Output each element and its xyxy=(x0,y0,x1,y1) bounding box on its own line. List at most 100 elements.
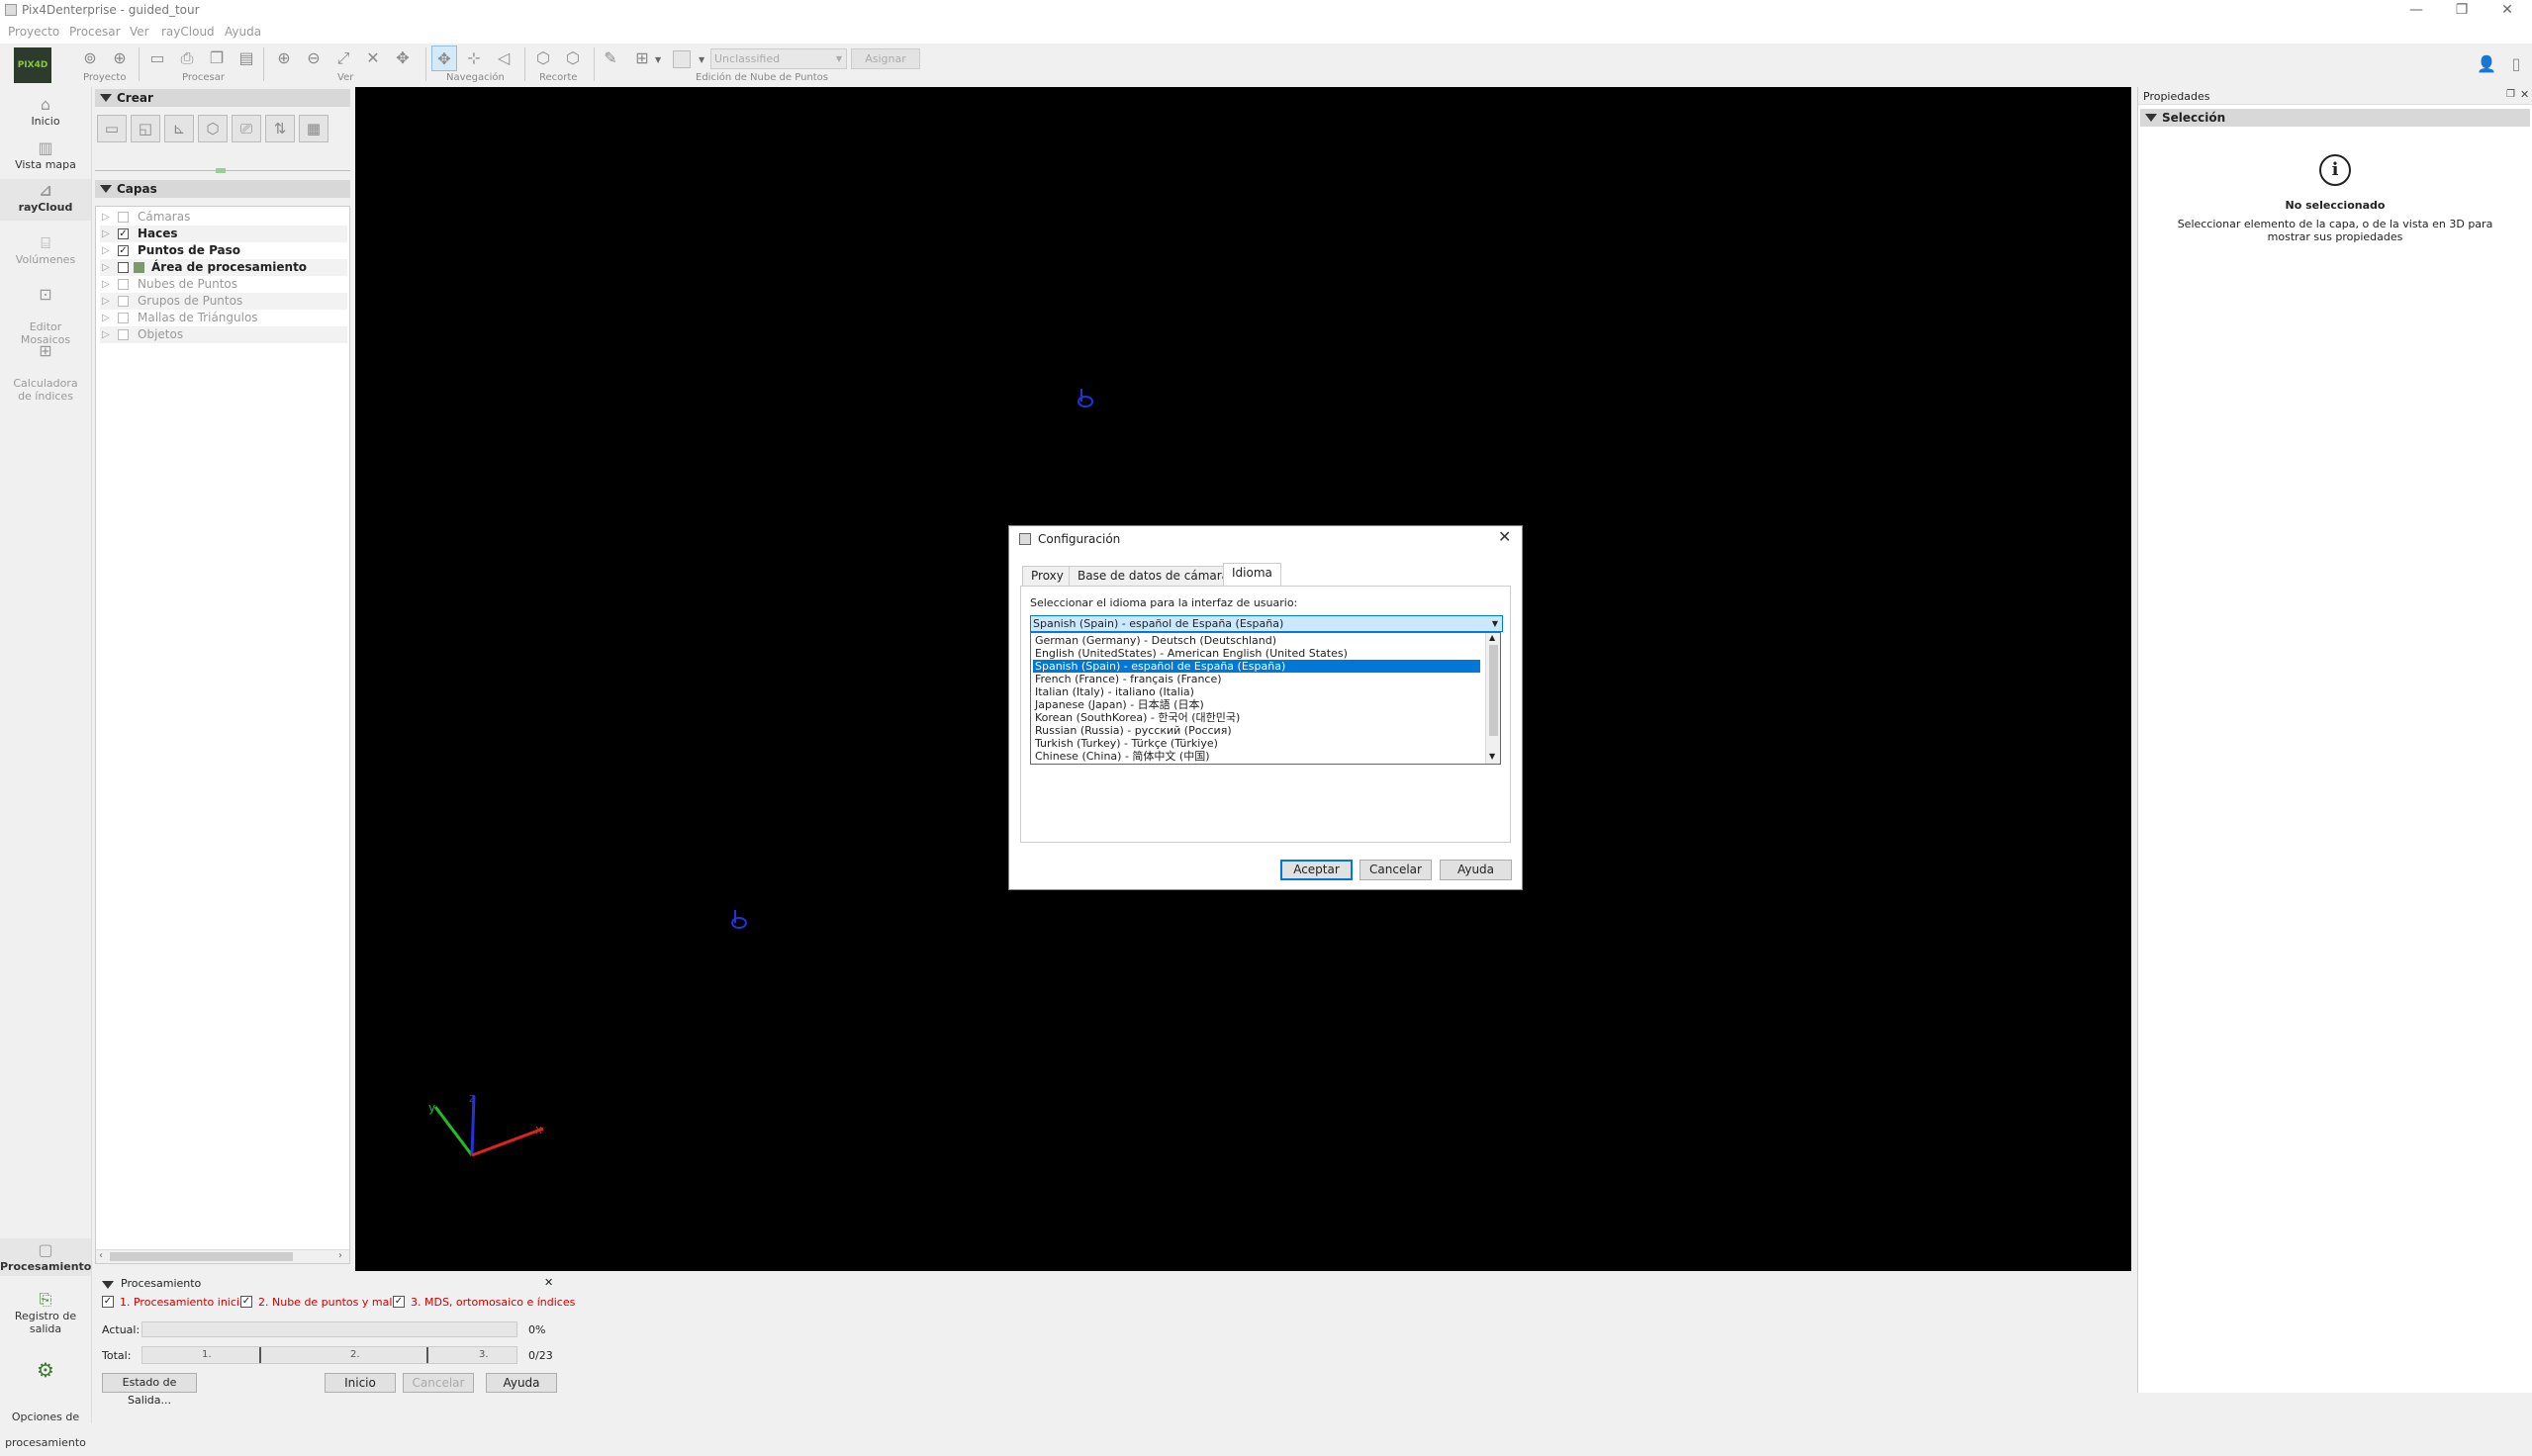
menu-ver[interactable]: Ver xyxy=(130,25,149,39)
step2-checkbox[interactable]: ✓ xyxy=(240,1296,252,1308)
layer-checkbox[interactable] xyxy=(118,212,129,223)
chevron-right-icon[interactable]: ▷ xyxy=(102,259,110,276)
menu-proyecto[interactable]: Proyecto xyxy=(8,25,59,39)
step3-checkbox[interactable]: ✓ xyxy=(393,1296,405,1308)
language-option[interactable]: English (UnitedStates) - American Englis… xyxy=(1033,647,1480,660)
layer-camaras[interactable]: ▷ Cámaras xyxy=(100,209,347,226)
language-option[interactable]: German (Germany) - Deutsch (Deutschland) xyxy=(1033,634,1480,647)
language-option[interactable]: Italian (Italy) - italiano (Italia) xyxy=(1033,685,1480,698)
chevron-right-icon[interactable]: ▷ xyxy=(102,310,110,326)
splitter-handle[interactable] xyxy=(216,168,226,173)
cancelar-button[interactable]: Cancelar xyxy=(403,1373,474,1393)
open-project-icon[interactable]: ⊕ xyxy=(107,46,133,71)
layer-checkbox[interactable] xyxy=(118,296,129,307)
tab-camaras[interactable]: Base de datos de cámaras xyxy=(1069,566,1245,586)
horizontal-scrollbar[interactable]: ‹ › xyxy=(96,1249,349,1263)
chevron-right-icon[interactable]: ▷ xyxy=(102,209,110,226)
scroll-thumb[interactable] xyxy=(110,1252,293,1261)
nav-opciones[interactable]: ⚙ Opciones de procesamiento xyxy=(0,1331,91,1456)
create-video-icon[interactable]: ⎚ xyxy=(232,115,261,142)
nav-registro[interactable]: ⎘ Registro de salida xyxy=(0,1290,91,1335)
close-icon[interactable]: ✕ xyxy=(2520,88,2529,101)
copy-icon[interactable]: ❐ xyxy=(204,46,230,71)
scroll-up-icon[interactable]: ▲ xyxy=(1489,633,1495,642)
nav-volumenes[interactable]: ⌸ Volúmenes xyxy=(0,233,91,266)
scroll-right-icon[interactable]: › xyxy=(338,1250,342,1261)
zoom-extent-icon[interactable]: ⤢ xyxy=(330,46,356,71)
trackball-navigation-icon[interactable]: ✥ xyxy=(431,46,457,71)
vertical-scrollbar[interactable]: ▲ ▼ xyxy=(1485,633,1500,764)
nav-procesamiento[interactable]: ▢ Procesamiento xyxy=(0,1238,91,1276)
layer-checkbox[interactable] xyxy=(118,279,129,290)
accept-button[interactable]: Aceptar xyxy=(1280,860,1353,880)
fly-navigation-icon[interactable]: ◁ xyxy=(491,46,516,71)
inicio-button[interactable]: Inicio xyxy=(325,1373,396,1393)
layer-checkbox[interactable] xyxy=(118,329,129,340)
create-grid-icon[interactable]: ▦ xyxy=(299,115,328,142)
language-option[interactable]: Spanish (Spain) - español de España (Esp… xyxy=(1033,660,1480,673)
nav-raycloud[interactable]: ⊿ rayCloud xyxy=(0,179,91,221)
tab-idioma[interactable]: Idioma xyxy=(1223,563,1281,586)
language-option[interactable]: Chinese (China) - 简体中文 (中国) xyxy=(1033,750,1480,763)
collapse-icon[interactable] xyxy=(102,1281,114,1289)
crear-header[interactable]: Crear xyxy=(95,89,350,107)
close-icon[interactable]: ✕ xyxy=(544,1276,553,1289)
assign-button[interactable]: Asignar xyxy=(851,48,920,69)
layer-checkbox[interactable] xyxy=(118,262,129,273)
zoom-out-icon[interactable]: ⊖ xyxy=(301,46,327,71)
layer-mallas[interactable]: ▷ Mallas de Triángulos xyxy=(100,310,347,326)
minimize-button[interactable]: — xyxy=(2393,0,2439,22)
chevron-down-icon[interactable]: ▼ xyxy=(655,55,661,64)
panel-toggle-icon[interactable]: ▯ xyxy=(2503,51,2529,77)
report-icon[interactable]: ▤ xyxy=(234,46,259,71)
create-polyline-icon[interactable]: ⊾ xyxy=(164,115,194,142)
ayuda-button[interactable]: Ayuda xyxy=(486,1373,557,1393)
layer-objetos[interactable]: ▷ Objetos xyxy=(100,326,347,343)
scroll-left-icon[interactable]: ‹ xyxy=(99,1250,103,1261)
nav-calculadora[interactable]: ⊞ Calculadora de índices xyxy=(0,331,91,404)
language-option[interactable]: Turkish (Turkey) - Türkçe (Türkiye) xyxy=(1033,737,1480,750)
new-project-icon[interactable]: ⊚ xyxy=(77,46,103,71)
cancel-button[interactable]: Cancelar xyxy=(1360,860,1432,880)
user-icon[interactable]: 👤 xyxy=(2474,51,2499,77)
layer-checkbox[interactable] xyxy=(118,313,129,323)
capas-header[interactable]: Capas xyxy=(95,180,350,198)
nav-vista-mapa[interactable]: ▥ Vista mapa xyxy=(0,138,91,171)
menu-ayuda[interactable]: Ayuda xyxy=(225,25,261,39)
chevron-right-icon[interactable]: ▷ xyxy=(102,326,110,343)
close-icon[interactable]: ✕ xyxy=(1498,527,1511,546)
menu-procesar[interactable]: Procesar xyxy=(69,25,121,39)
class-select[interactable]: Unclassified ▼ xyxy=(710,48,847,69)
chevron-right-icon[interactable]: ▷ xyxy=(102,226,110,242)
language-option[interactable]: Korean (SouthKorea) - 한국어 (대한민국) xyxy=(1033,711,1480,724)
language-option[interactable]: Japanese (Japan) - 日本語 (日本) xyxy=(1033,698,1480,711)
top-view-icon[interactable]: ✥ xyxy=(390,46,416,71)
first-person-navigation-icon[interactable]: ⊹ xyxy=(461,46,487,71)
clip-box-icon[interactable]: ⬡ xyxy=(530,46,556,71)
step1-checkbox[interactable]: ✓ xyxy=(102,1296,114,1308)
zoom-in-icon[interactable]: ⊕ xyxy=(271,46,297,71)
chevron-down-icon[interactable]: ▼ xyxy=(699,55,704,64)
seleccion-header[interactable]: Selección xyxy=(2140,109,2530,127)
create-measure-icon[interactable]: ⇅ xyxy=(265,115,295,142)
print-icon[interactable]: ⎙ xyxy=(174,46,200,71)
clip-box-edit-icon[interactable]: ⬡ xyxy=(560,46,586,71)
layer-grupos-de-puntos[interactable]: ▷ Grupos de Puntos xyxy=(100,293,347,310)
edit-pencil-icon[interactable]: ✎ xyxy=(598,46,623,71)
float-icon[interactable]: ❐ xyxy=(2506,89,2515,100)
restore-button[interactable]: ❐ xyxy=(2439,0,2485,22)
estado-salida-button[interactable]: Estado de Salida... xyxy=(102,1373,197,1407)
chevron-right-icon[interactable]: ▷ xyxy=(102,276,110,293)
create-polygon-icon[interactable]: ◱ xyxy=(131,115,160,142)
layer-haces[interactable]: ▷ ✓ Haces xyxy=(100,226,347,242)
close-window-button[interactable]: ✕ xyxy=(2485,0,2530,22)
menu-raycloud[interactable]: rayCloud xyxy=(161,25,215,39)
layer-puntos-de-paso[interactable]: ▷ ✓ Puntos de Paso xyxy=(100,242,347,259)
chevron-right-icon[interactable]: ▷ xyxy=(102,242,110,259)
chevron-right-icon[interactable]: ▷ xyxy=(102,293,110,310)
scroll-down-icon[interactable]: ▼ xyxy=(1489,752,1495,761)
document-icon[interactable]: ▭ xyxy=(144,46,170,71)
layer-area-procesamiento[interactable]: ▷ Área de procesamiento xyxy=(100,259,347,276)
tab-proxy[interactable]: Proxy xyxy=(1022,566,1073,586)
layer-nubes-de-puntos[interactable]: ▷ Nubes de Puntos xyxy=(100,276,347,293)
